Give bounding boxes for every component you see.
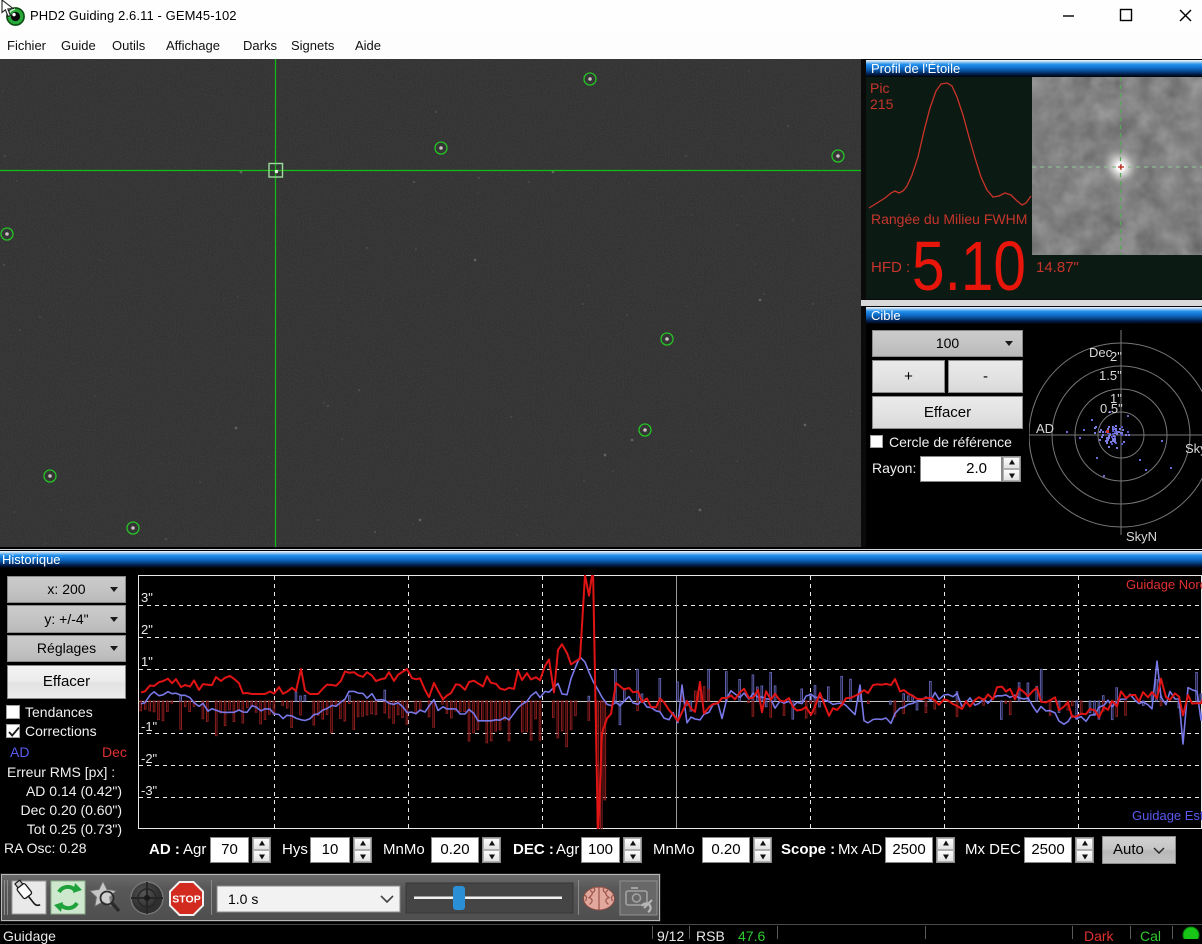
svg-text:-1": -1" [141,719,158,734]
svg-text:AD: AD [1036,421,1054,436]
svg-text:-2": -2" [141,751,158,766]
svg-text:0.5": 0.5" [1100,401,1123,416]
svg-text:SkyW: SkyW [1185,441,1202,456]
svg-text:Guidage Nord: Guidage Nord [1126,577,1202,592]
svg-text:1.5": 1.5" [1099,368,1122,383]
svg-text:1": 1" [141,654,153,669]
svg-text:1.0 s: 1.0 s [228,891,258,907]
svg-text:Guidage Est: Guidage Est [1132,808,1202,823]
svg-text:STOP: STOP [172,894,200,906]
svg-text:2": 2" [141,622,153,637]
svg-text:-3": -3" [141,783,158,798]
svg-text:SkyN: SkyN [1126,529,1157,544]
svg-text:3": 3" [141,590,153,605]
svg-text:5.10: 5.10 [912,233,1026,299]
svg-text:2": 2" [1110,349,1122,364]
